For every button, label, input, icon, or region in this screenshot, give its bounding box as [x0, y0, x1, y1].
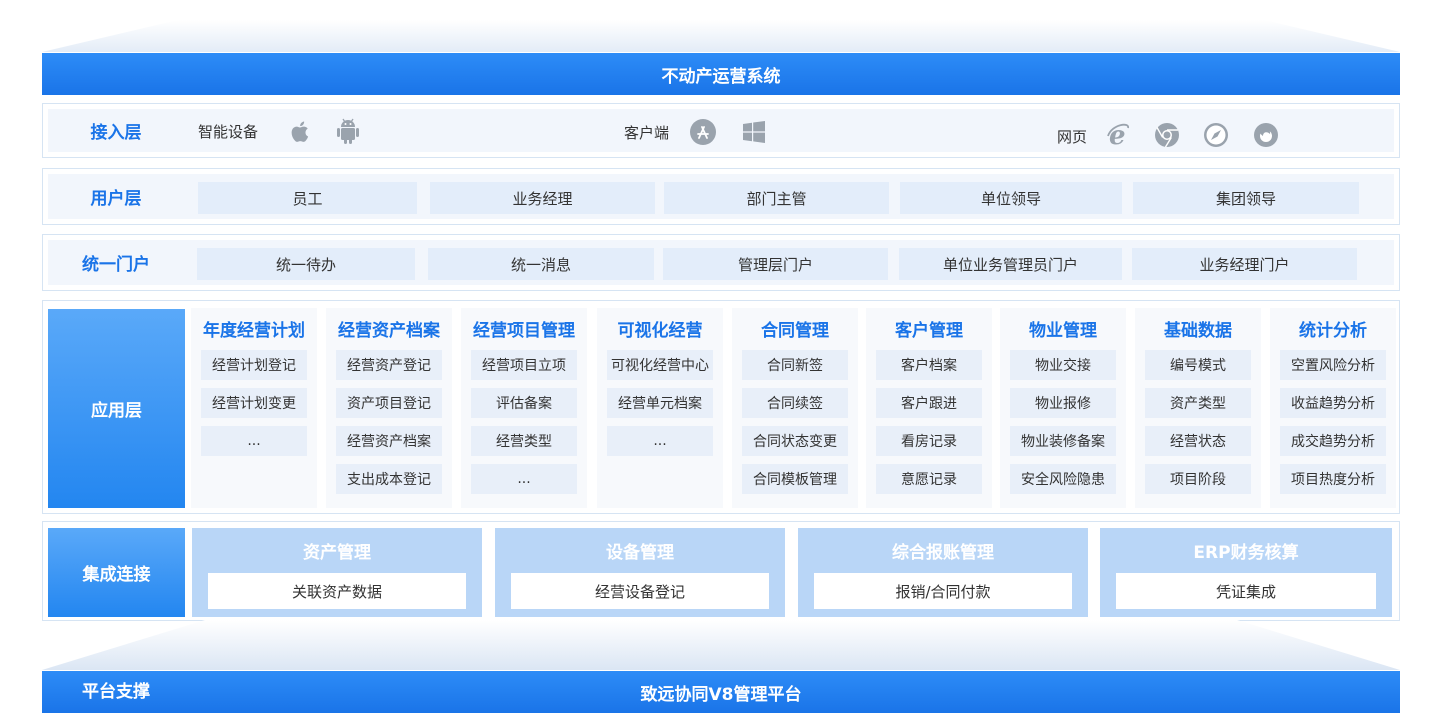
- web-label: 网页: [1057, 128, 1088, 146]
- user-layer-label: 用户层: [90, 189, 142, 209]
- app-module-column: 客户管理客户档案客户跟进看房记录意愿记录: [866, 308, 992, 508]
- integration-block-asset: 资产管理 关联资产数据: [192, 528, 482, 617]
- app-module-title: 经营项目管理: [473, 321, 575, 341]
- integration-block-item: 报销/合同付款: [814, 573, 1072, 609]
- app-module-title: 合同管理: [761, 321, 829, 341]
- app-store-icon: [690, 119, 716, 145]
- app-module-item: 支出成本登记: [336, 464, 442, 494]
- app-module-item: 客户档案: [876, 350, 982, 380]
- portal-layer-label: 统一门户: [82, 255, 150, 275]
- app-module-item: 物业报修: [1010, 388, 1116, 418]
- portal-unified-message: 统一消息: [428, 248, 654, 280]
- app-module-item: 物业装修备案: [1010, 426, 1116, 456]
- app-module-column: 年度经营计划经营计划登记 经营计划变更...: [191, 308, 317, 508]
- portal-unified-todo: 统一待办: [197, 248, 415, 280]
- integration-block-equipment: 设备管理 经营设备登记: [495, 528, 785, 617]
- app-module-column: 合同管理合同新签合同续签合同状态变更 合同模板管理: [732, 308, 858, 508]
- app-module-title: 基础数据: [1164, 321, 1232, 341]
- app-module-item: 评估备案: [471, 388, 577, 418]
- platform-banner: 致远协同V8管理平台: [42, 671, 1400, 713]
- access-layer-label: 接入层: [90, 123, 142, 143]
- app-module-item: 资产项目登记: [336, 388, 442, 418]
- ie-icon: e: [1106, 122, 1132, 148]
- app-module-item: 安全风险隐患: [1010, 464, 1116, 494]
- app-module-item: 经营类型: [471, 426, 577, 456]
- app-module-column: 基础数据编号模式资产类型经营状态项目阶段: [1135, 308, 1261, 508]
- app-module-item: 资产类型: [1145, 388, 1251, 418]
- integration-block-item: 凭证集成: [1116, 573, 1376, 609]
- app-module-item: 经营资产档案: [336, 426, 442, 456]
- user-role-employee: 员工: [198, 182, 417, 214]
- app-module-item: 编号模式: [1145, 350, 1251, 380]
- top-perspective-shape: [42, 20, 1400, 52]
- integration-block-erp: ERP财务核算 凭证集成: [1100, 528, 1392, 617]
- integration-block-item: 关联资产数据: [208, 573, 466, 609]
- app-module-column: 物业管理物业交接物业报修物业装修备案 安全风险隐患: [1000, 308, 1126, 508]
- system-title-banner: 不动产运营系统: [42, 53, 1400, 95]
- portal-management: 管理层门户: [663, 248, 888, 280]
- integration-block-title: 资产管理: [303, 543, 371, 563]
- bottom-perspective-shape: [42, 620, 1400, 670]
- chrome-icon: [1154, 122, 1180, 148]
- smart-device-label: 智能设备: [198, 123, 259, 141]
- platform-label: 平台支撑: [82, 682, 150, 702]
- app-module-column: 可视化经营可视化经营中心 经营单元档案...: [597, 308, 723, 508]
- app-module-item: ...: [607, 426, 713, 456]
- user-role-business-manager: 业务经理: [430, 182, 655, 214]
- app-module-item: 合同新签: [742, 350, 848, 380]
- app-module-item: 经营资产登记: [336, 350, 442, 380]
- app-module-item: ...: [471, 464, 577, 494]
- integration-block-item: 经营设备登记: [511, 573, 769, 609]
- app-module-item: 客户跟进: [876, 388, 982, 418]
- app-module-item: 经营单元档案: [607, 388, 713, 418]
- app-module-item: 可视化经营中心: [607, 350, 713, 380]
- app-module-column: 统计分析空置风险分析 收益趋势分析 成交趋势分析 项目热度分析: [1270, 308, 1396, 508]
- android-icon: [335, 118, 361, 144]
- app-module-item: 空置风险分析: [1280, 350, 1386, 380]
- app-module-item: 合同模板管理: [742, 464, 848, 494]
- app-module-title: 可视化经营: [617, 321, 703, 341]
- portal-business-manager: 业务经理门户: [1132, 248, 1357, 280]
- app-module-item: 经营计划登记: [201, 350, 307, 380]
- app-module-item: 意愿记录: [876, 464, 982, 494]
- integration-layer-label: 集成连接: [48, 528, 185, 617]
- integration-block-title: 综合报账管理: [892, 543, 994, 563]
- firefox-icon: [1253, 122, 1279, 148]
- app-module-item: 成交趋势分析: [1280, 426, 1386, 456]
- client-label: 客户端: [624, 124, 670, 142]
- portal-unit-admin: 单位业务管理员门户: [899, 248, 1122, 280]
- app-module-item: 项目阶段: [1145, 464, 1251, 494]
- app-module-item: ...: [201, 426, 307, 456]
- windows-icon: [741, 119, 767, 145]
- user-role-unit-leader: 单位领导: [900, 182, 1122, 214]
- app-module-item: 合同状态变更: [742, 426, 848, 456]
- safari-icon: [1203, 122, 1229, 148]
- app-module-item: 项目热度分析: [1280, 464, 1386, 494]
- application-layer-label: 应用层: [48, 309, 185, 508]
- integration-block-reimbursement: 综合报账管理 报销/合同付款: [798, 528, 1088, 617]
- app-module-title: 客户管理: [895, 321, 963, 341]
- app-module-title: 年度经营计划: [203, 321, 305, 341]
- app-module-item: 经营计划变更: [201, 388, 307, 418]
- app-module-item: 物业交接: [1010, 350, 1116, 380]
- app-module-item: 合同续签: [742, 388, 848, 418]
- app-module-title: 物业管理: [1029, 321, 1097, 341]
- apple-icon: [288, 119, 314, 145]
- app-module-title: 统计分析: [1299, 321, 1367, 341]
- user-role-group-leader: 集团领导: [1133, 182, 1359, 214]
- app-module-column: 经营项目管理经营项目立项 评估备案经营类型...: [461, 308, 587, 508]
- app-module-column: 经营资产档案 经营资产登记 资产项目登记 经营资产档案 支出成本登记: [326, 308, 452, 508]
- app-module-item: 看房记录: [876, 426, 982, 456]
- user-role-department-head: 部门主管: [664, 182, 889, 214]
- app-module-item: 经营状态: [1145, 426, 1251, 456]
- app-module-title: 经营资产档案: [338, 321, 440, 341]
- integration-block-title: ERP财务核算: [1193, 543, 1299, 563]
- integration-block-title: 设备管理: [606, 543, 674, 563]
- app-module-item: 收益趋势分析: [1280, 388, 1386, 418]
- app-module-item: 经营项目立项: [471, 350, 577, 380]
